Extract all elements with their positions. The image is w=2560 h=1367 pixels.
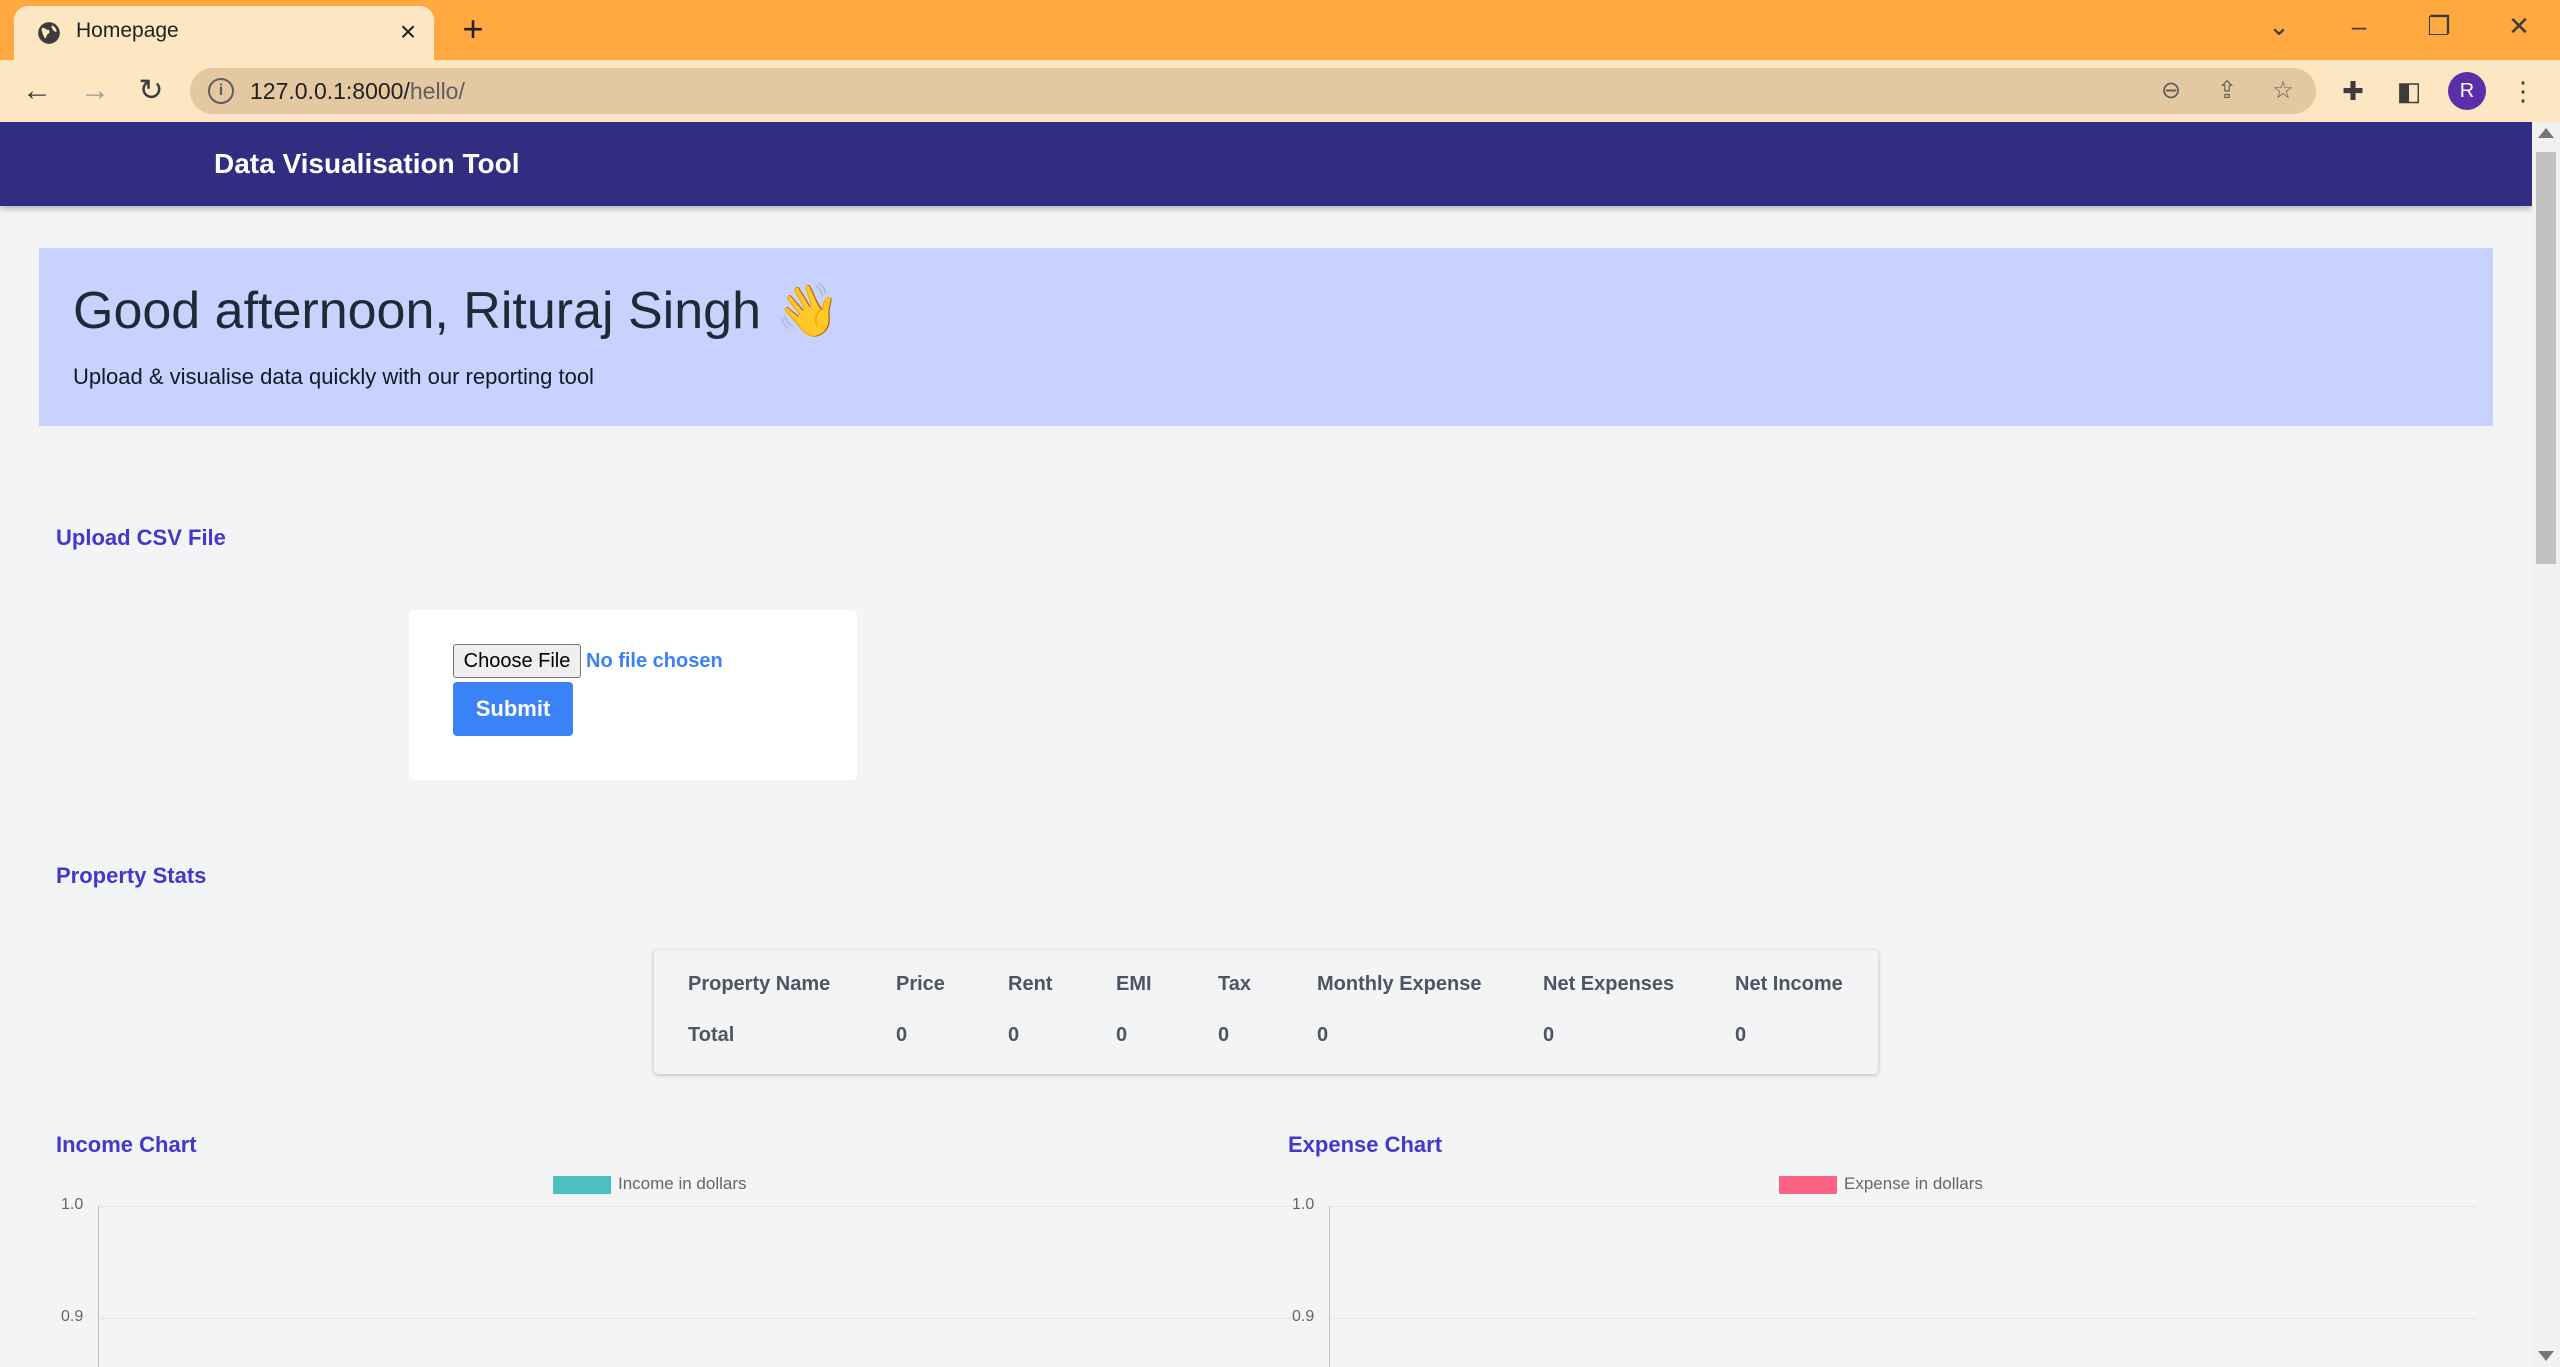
globe-icon xyxy=(38,22,60,44)
side-panel-icon[interactable]: ◧ xyxy=(2390,72,2428,110)
greeting-subtitle: Upload & visualise data quickly with our… xyxy=(73,364,594,389)
column-header: Rent xyxy=(1008,972,1053,995)
close-window-icon[interactable]: ✕ xyxy=(2494,6,2544,46)
table-cell: 0 xyxy=(1116,1023,1128,1046)
y-axis-line xyxy=(98,1206,99,1367)
table-cell: 0 xyxy=(896,1023,908,1046)
browser-toolbar: ← → ↻ i 127.0.0.1:8000/hello/ ⊖ ⇪ ☆ ✚ ◧ … xyxy=(0,60,2560,122)
income-legend-swatch[interactable] xyxy=(553,1176,611,1194)
stats-section-title: Property Stats xyxy=(56,863,207,888)
minimize-icon[interactable]: – xyxy=(2334,6,2384,46)
table-cell: Total xyxy=(688,1023,735,1046)
url-text[interactable]: 127.0.0.1:8000/hello/ xyxy=(250,78,465,105)
table-cell: 0 xyxy=(1008,1023,1020,1046)
y-tick-label: 0.9 xyxy=(1292,1308,1315,1325)
y-axis-line xyxy=(1329,1206,1330,1367)
column-header: Price xyxy=(896,972,945,995)
address-bar[interactable]: i 127.0.0.1:8000/hello/ ⊖ ⇪ ☆ xyxy=(190,68,2316,114)
column-header: Net Income xyxy=(1735,972,1843,995)
scroll-up-arrow-icon[interactable] xyxy=(2538,128,2554,138)
expense-chart: Expense in dollars 1.0 0.9 xyxy=(1288,1166,2508,1367)
table-cell: 0 xyxy=(1317,1023,1329,1046)
table-row: Total 0 0 0 0 0 0 0 xyxy=(688,1004,1875,1066)
grid-line xyxy=(1331,1318,2476,1319)
close-tab-icon[interactable]: × xyxy=(392,16,424,48)
income-chart: Income in dollars 1.0 0.9 xyxy=(56,1166,1300,1367)
column-header: Net Expenses xyxy=(1543,972,1675,995)
scroll-down-arrow-icon[interactable] xyxy=(2538,1351,2554,1361)
zoom-icon[interactable]: ⊖ xyxy=(2154,74,2188,108)
column-header: EMI xyxy=(1116,972,1152,995)
browser-window: Homepage × + ⌄ – ❐ ✕ ← → ↻ i 127.0.0.1:8… xyxy=(0,0,2560,1367)
upload-section-title: Upload CSV File xyxy=(56,525,226,550)
column-header: Property Name xyxy=(688,972,831,995)
back-icon[interactable]: ← xyxy=(16,70,58,112)
greeting-banner: Good afternoon, Rituraj Singh 👋 Upload &… xyxy=(39,248,2493,426)
income-chart-title: Income Chart xyxy=(56,1132,197,1157)
scrollbar-thumb[interactable] xyxy=(2536,152,2556,564)
profile-avatar[interactable]: R xyxy=(2448,72,2486,110)
table-header-row: Property Name Price Rent EMI Tax Monthly… xyxy=(688,950,1875,1004)
submit-button[interactable]: Submit xyxy=(453,682,573,736)
site-info-icon[interactable]: i xyxy=(208,78,234,104)
share-icon[interactable]: ⇪ xyxy=(2210,74,2244,108)
reload-icon[interactable]: ↻ xyxy=(130,70,172,112)
restore-icon[interactable]: ❐ xyxy=(2414,6,2464,46)
extensions-icon[interactable]: ✚ xyxy=(2334,72,2372,110)
browser-menu-icon[interactable]: ⋮ xyxy=(2504,72,2542,110)
tab-strip: Homepage × + ⌄ – ❐ ✕ xyxy=(0,0,2560,60)
grid-line xyxy=(100,1206,1300,1207)
file-status-text: No file chosen xyxy=(586,650,723,672)
greeting-text: Good afternoon, Rituraj Singh xyxy=(73,282,761,340)
bookmark-star-icon[interactable]: ☆ xyxy=(2266,74,2300,108)
y-tick-label: 1.0 xyxy=(61,1196,84,1213)
waving-hand-icon: 👋 xyxy=(775,282,841,340)
tab-title: Homepage xyxy=(76,19,179,42)
expense-chart-title: Expense Chart xyxy=(1288,1132,1443,1157)
page-scrollbar[interactable] xyxy=(2532,122,2560,1367)
brand-title[interactable]: Data Visualisation Tool xyxy=(214,148,519,180)
table-cell: 0 xyxy=(1543,1023,1555,1046)
tab-search-icon[interactable]: ⌄ xyxy=(2254,6,2304,46)
property-stats-table: Property Name Price Rent EMI Tax Monthly… xyxy=(688,950,1875,1066)
site-navbar: Data Visualisation Tool xyxy=(0,122,2532,206)
greeting-title: Good afternoon, Rituraj Singh 👋 xyxy=(73,280,840,341)
column-header: Tax xyxy=(1218,972,1251,995)
y-tick-label: 0.9 xyxy=(61,1308,84,1325)
new-tab-icon[interactable]: + xyxy=(454,8,492,50)
column-header: Monthly Expense xyxy=(1317,972,1482,995)
url-path: hello/ xyxy=(409,78,465,104)
upload-form: Choose File No file chosen Submit xyxy=(409,610,857,780)
table-cell: 0 xyxy=(1218,1023,1230,1046)
grid-line xyxy=(100,1318,1300,1319)
expense-legend-label[interactable]: Expense in dollars xyxy=(1844,1174,1983,1194)
table-cell: 0 xyxy=(1735,1023,1747,1046)
tab-homepage[interactable]: Homepage × xyxy=(14,6,434,60)
y-tick-label: 1.0 xyxy=(1292,1196,1315,1213)
grid-line xyxy=(1331,1206,2476,1207)
choose-file-button[interactable]: Choose File xyxy=(453,644,581,678)
property-stats-card: Property Name Price Rent EMI Tax Monthly… xyxy=(654,950,1878,1074)
url-host: 127.0.0.1:8000/ xyxy=(250,78,410,104)
page-viewport: Data Visualisation Tool Good afternoon, … xyxy=(0,122,2560,1367)
expense-legend-swatch[interactable] xyxy=(1779,1176,1837,1194)
income-legend-label[interactable]: Income in dollars xyxy=(618,1174,747,1194)
forward-icon[interactable]: → xyxy=(74,70,116,112)
